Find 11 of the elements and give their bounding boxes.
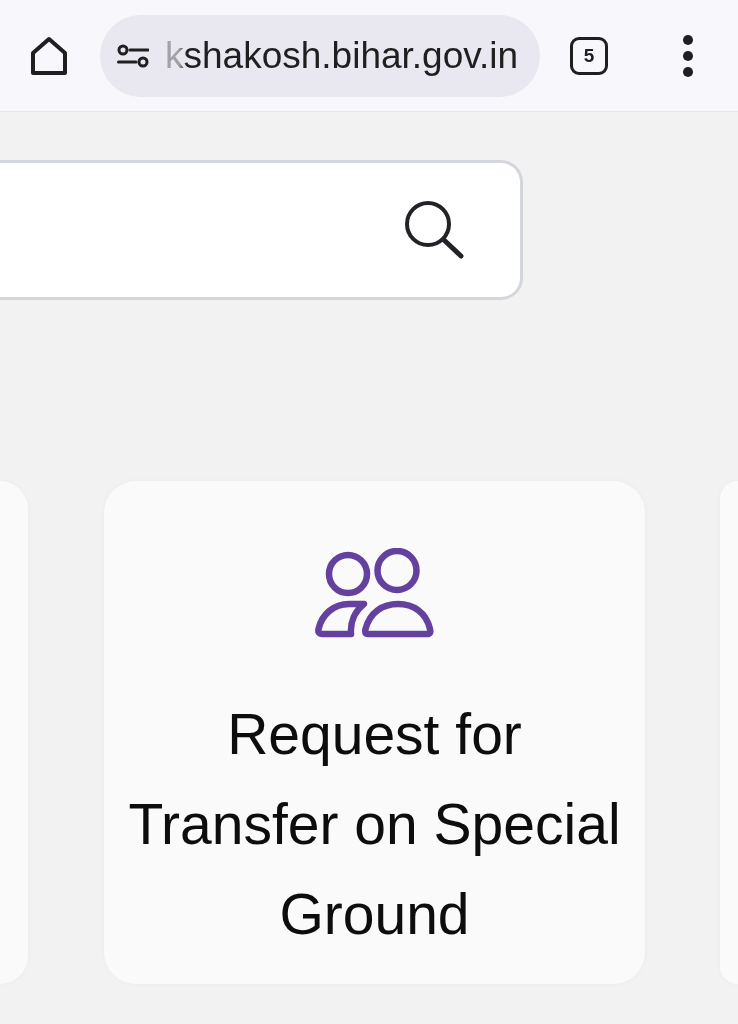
- search-icon[interactable]: [404, 200, 465, 260]
- tab-switcher-button[interactable]: 5: [570, 36, 608, 75]
- search-field[interactable]: [0, 160, 523, 300]
- url-text: kshakosh.bihar.gov.in: [165, 34, 519, 77]
- card-title: Request for Transfer on Special Ground: [127, 701, 622, 948]
- people-icon: [314, 548, 435, 638]
- menu-icon[interactable]: [683, 34, 693, 77]
- service-card[interactable]: Request for Transfer on Special Ground: [104, 481, 645, 984]
- home-icon[interactable]: [30, 35, 68, 76]
- address-bar[interactable]: kshakosh.bihar.gov.in: [100, 14, 540, 97]
- toggles-icon[interactable]: [117, 43, 149, 68]
